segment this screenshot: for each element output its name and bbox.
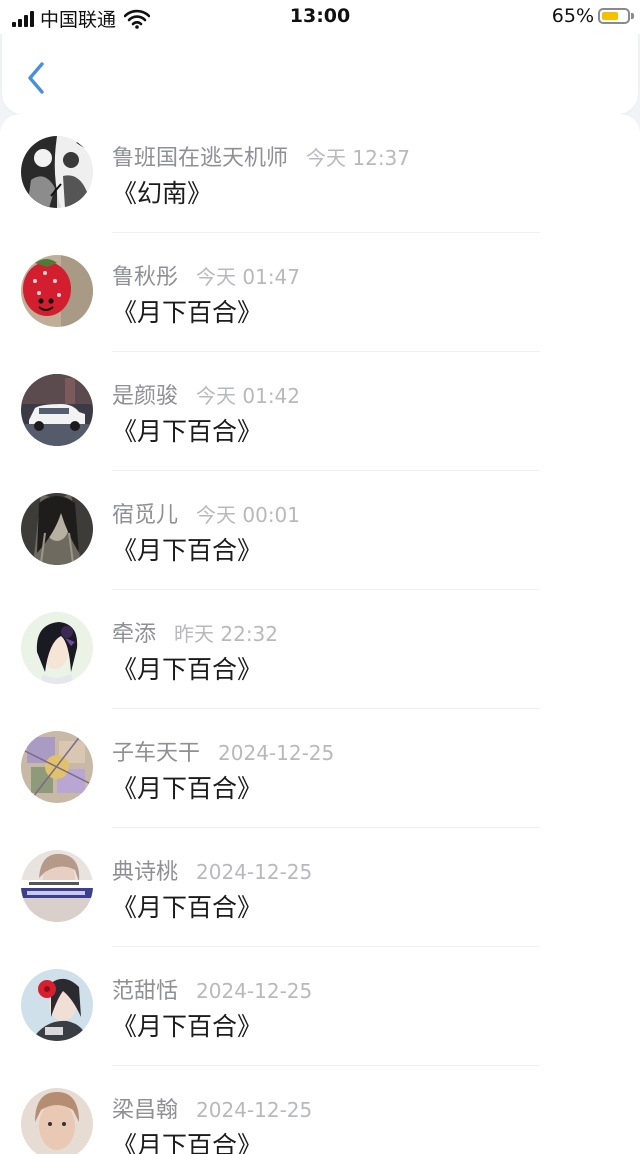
list-item[interactable]: 宿觅儿 今天 00:01 《月下百合》 (0, 471, 640, 590)
item-meta: 牵添 昨天 22:32 (112, 616, 278, 648)
book-title: 《月下百合》 (112, 1131, 263, 1154)
list-item[interactable]: 范甜恬 2024-12-25 《月下百合》 (0, 947, 640, 1066)
avatar-collage (21, 731, 93, 803)
status-bar: 中国联通 13:00 65% (0, 0, 640, 34)
item-meta: 子车天干 2024-12-25 (112, 735, 334, 767)
timestamp: 今天 00:01 (196, 503, 301, 527)
item-meta: 梁昌翰 2024-12-25 (112, 1092, 312, 1124)
timestamp: 2024-12-25 (196, 1098, 313, 1122)
avatar (21, 493, 93, 565)
timestamp: 2024-12-25 (196, 979, 313, 1003)
avatar-ink-drawing (21, 136, 93, 208)
list-item[interactable]: 是颜骏 今天 01:42 《月下百合》 (0, 352, 640, 471)
avatar (21, 374, 93, 446)
timestamp: 昨天 22:32 (174, 622, 279, 646)
item-meta: 宿觅儿 今天 00:01 (112, 497, 300, 529)
item-meta: 鲁班国在逃天机师 今天 12:37 (112, 140, 410, 172)
item-meta: 范甜恬 2024-12-25 (112, 973, 312, 1005)
battery-percent: 65% (551, 5, 594, 27)
item-meta: 是颜骏 今天 01:42 (112, 378, 300, 410)
list-item[interactable]: 子车天干 2024-12-25 《月下百合》 (0, 709, 640, 828)
list-item[interactable]: 牵添 昨天 22:32 《月下百合》 (0, 590, 640, 709)
author-name: 鲁班国在逃天机师 (112, 146, 289, 171)
book-title: 《月下百合》 (112, 298, 263, 327)
chevron-left-icon (28, 62, 44, 94)
book-title: 《幻南》 (112, 179, 213, 208)
author-name: 范甜恬 (112, 979, 179, 1004)
avatar-white-car (21, 374, 93, 446)
list-item[interactable]: 梁昌翰 2024-12-25 《月下百合》 (0, 1066, 640, 1154)
avatar-red-berry-face (21, 255, 93, 327)
author-name: 梁昌翰 (112, 1098, 179, 1123)
avatar (21, 255, 93, 327)
timestamp: 今天 01:42 (196, 384, 301, 408)
book-title: 《月下百合》 (112, 655, 263, 684)
book-title: 《月下百合》 (112, 774, 263, 803)
avatar-dark-hair-figure (21, 493, 93, 565)
avatar (21, 612, 93, 684)
nav-bar (2, 34, 638, 114)
avatar (21, 969, 93, 1041)
author-name: 典诗桃 (112, 860, 179, 885)
timestamp: 2024-12-25 (196, 860, 313, 884)
timestamp: 今天 12:37 (306, 146, 411, 170)
avatar (21, 1088, 93, 1154)
avatar-red-flower-girl (21, 969, 93, 1041)
list-item[interactable]: 典诗桃 2024-12-25 《月下百合》 (0, 828, 640, 947)
book-title: 《月下百合》 (112, 536, 263, 565)
avatar-face-closeup (21, 1088, 93, 1154)
author-name: 是颜骏 (112, 384, 179, 409)
author-name: 子车天干 (112, 741, 201, 766)
battery-cap (631, 13, 634, 19)
avatar-anime-portrait (21, 612, 93, 684)
avatar (21, 850, 93, 922)
author-name: 宿觅儿 (112, 503, 179, 528)
item-meta: 典诗桃 2024-12-25 (112, 854, 312, 886)
book-title: 《月下百合》 (112, 893, 263, 922)
list-item[interactable]: 鲁班国在逃天机师 今天 12:37 《幻南》 (0, 114, 640, 233)
timestamp: 今天 01:47 (196, 265, 301, 289)
battery-icon (598, 8, 634, 24)
battery-level-fill (602, 12, 618, 20)
item-meta: 鲁秋彤 今天 01:47 (112, 259, 300, 291)
avatar-face-with-caption (21, 850, 93, 922)
avatar (21, 136, 93, 208)
book-title: 《月下百合》 (112, 417, 263, 446)
avatar (21, 731, 93, 803)
status-time: 13:00 (289, 5, 351, 27)
message-list: 鲁班国在逃天机师 今天 12:37 《幻南》 鲁秋彤 今天 01:47 《月下百… (0, 114, 640, 1154)
list-item[interactable]: 鲁秋彤 今天 01:47 《月下百合》 (0, 233, 640, 352)
author-name: 鲁秋彤 (112, 265, 179, 290)
back-button[interactable] (16, 56, 56, 100)
timestamp: 2024-12-25 (218, 741, 335, 765)
status-right: 65% (551, 5, 634, 27)
book-title: 《月下百合》 (112, 1012, 263, 1041)
author-name: 牵添 (112, 622, 157, 647)
